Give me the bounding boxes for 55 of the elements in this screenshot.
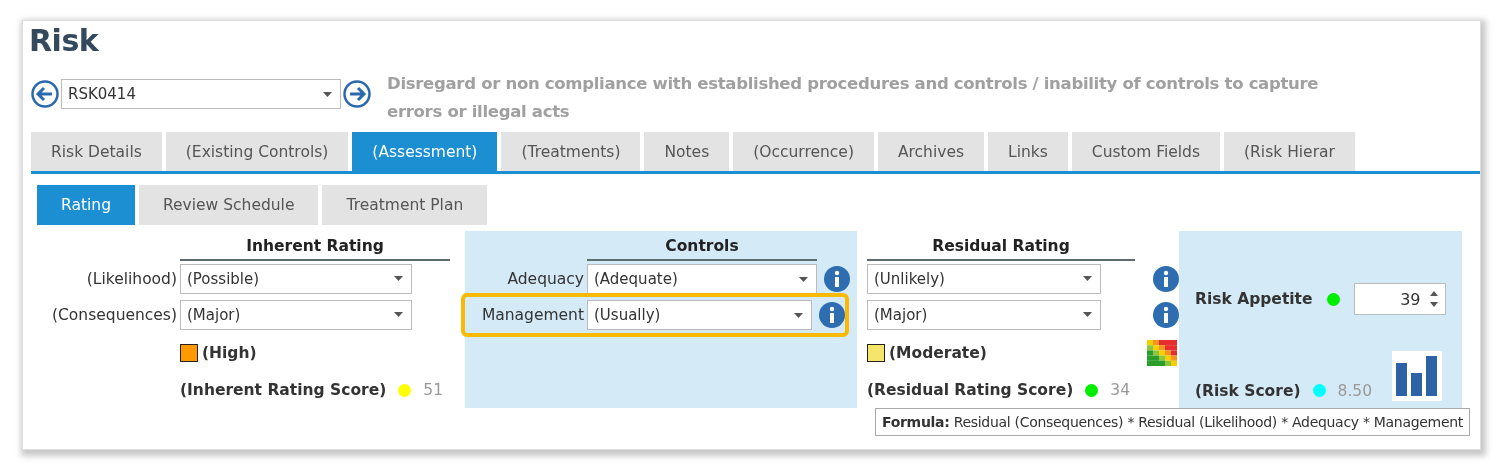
caret-icon <box>323 91 332 97</box>
info-icon[interactable] <box>1153 265 1179 292</box>
sub-tab[interactable]: Rating <box>37 185 135 225</box>
caret-icon <box>799 276 808 282</box>
score-value: 34 <box>1110 381 1130 400</box>
heatmap-icon[interactable] <box>1147 340 1177 367</box>
rating-label: (Moderate) <box>889 344 987 363</box>
field-label: (Consequences) <box>51 305 178 324</box>
tab[interactable]: (Risk Hierar <box>1224 132 1355 171</box>
caret-icon <box>394 312 403 317</box>
risk-score-value: 8.50 <box>1337 381 1373 401</box>
caret-icon <box>1083 312 1092 317</box>
previous-arrow-icon[interactable] <box>31 80 59 108</box>
tab[interactable]: Risk Details <box>31 132 162 171</box>
score-label: (Inherent Rating Score) <box>180 381 387 400</box>
section-heading: Controls <box>587 236 817 261</box>
section-heading: Inherent Rating <box>180 235 450 261</box>
caret-icon <box>394 276 403 282</box>
sub-tab[interactable]: Review Schedule <box>139 185 319 225</box>
tab[interactable]: Custom Fields <box>1071 132 1221 171</box>
score-label: (Residual Rating Score) <box>867 381 1074 400</box>
tab[interactable]: Notes <box>644 132 730 171</box>
tab[interactable]: (Existing Controls) <box>165 132 349 171</box>
risk-description: Disregard or non compliance with established procedures and controls / inability of controls to capture errors or illegal acts <box>387 73 1320 123</box>
tab[interactable]: (Occurrence) <box>733 132 874 171</box>
bar-chart-icon[interactable] <box>1392 351 1443 401</box>
dropdown[interactable]: (Usually) <box>587 300 812 330</box>
info-icon[interactable] <box>1153 301 1179 328</box>
page-title: Risk <box>29 22 100 60</box>
appetite-spinner[interactable]: 39 <box>1353 283 1446 315</box>
sub-tab[interactable]: Treatment Plan <box>322 185 488 225</box>
caret-icon <box>1083 276 1092 282</box>
tab[interactable]: (Treatments) <box>501 132 641 171</box>
score-value: 51 <box>423 381 444 400</box>
dropdown[interactable]: (Major) <box>180 299 412 330</box>
dropdown[interactable]: (Adequate) <box>587 264 817 294</box>
field-label: (Likelihood) <box>85 269 178 288</box>
rating-label: (High) <box>202 344 257 363</box>
dropdown[interactable]: (Major) <box>867 299 1101 330</box>
tab[interactable]: Archives <box>877 132 985 171</box>
info-icon[interactable] <box>819 302 845 328</box>
field-label: Adequacy <box>506 270 585 288</box>
record-select[interactable]: RSK0414 <box>61 79 341 109</box>
tab[interactable]: Links <box>988 132 1068 171</box>
info-icon[interactable] <box>824 266 850 292</box>
tab[interactable]: (Assessment) <box>352 132 498 171</box>
dropdown[interactable]: (Unlikely) <box>867 263 1101 294</box>
dropdown[interactable]: (Possible) <box>180 263 412 294</box>
appetite-label: Risk Appetite <box>1195 290 1313 308</box>
risk-score-label: (Risk Score) <box>1195 381 1301 401</box>
caret-icon <box>794 312 803 318</box>
formula-note: Formula: Residual (Consequences) * Residual (Likelihood) * Adequacy * Management <box>875 408 1470 436</box>
section-heading: Residual Rating <box>867 235 1135 261</box>
field-label: Management <box>480 306 585 324</box>
next-arrow-icon[interactable] <box>343 80 371 108</box>
